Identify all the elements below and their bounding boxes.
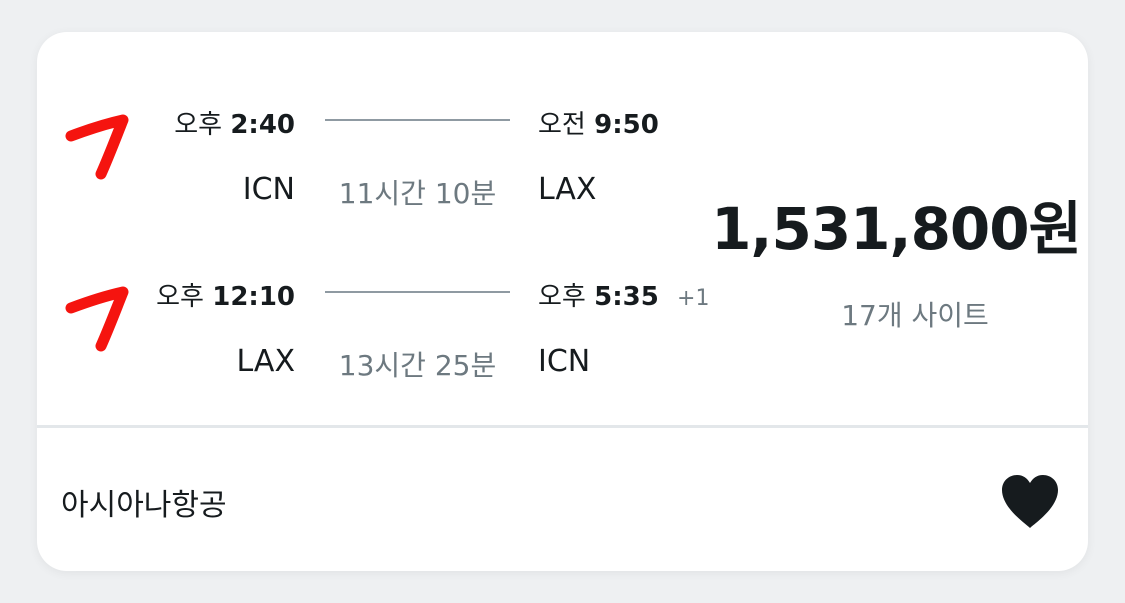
inbound-leg: 오후 12:10 오후 5:35 +1 LAX 13시간 25분 ICN — [37, 260, 717, 410]
arrival-ampm: 오전 — [538, 110, 586, 140]
site-count: 17개 사이트 — [841, 299, 989, 332]
flight-duration: 11시간 10분 — [338, 177, 497, 210]
departure-airport: LAX — [236, 344, 295, 379]
departure-time: 오후 2:40 — [174, 104, 295, 141]
departure-ampm: 오후 — [156, 282, 204, 312]
airline-logo-icon — [65, 114, 129, 180]
heart-icon[interactable] — [998, 472, 1062, 530]
arrival-airport: LAX — [538, 172, 597, 207]
arrival-clock: 9:50 — [594, 110, 659, 140]
price-block: 1,531,800원 17개 사이트 — [697, 182, 1082, 334]
arrival-ampm: 오후 — [538, 282, 586, 312]
price-amount: 1,531,800원 — [711, 195, 1082, 263]
departure-ampm: 오후 — [174, 110, 223, 140]
outbound-leg: 오후 2:40 오전 9:50 ICN 11시간 10분 LAX — [37, 88, 717, 238]
departure-clock: 2:40 — [230, 110, 295, 140]
departure-time: 오후 12:10 — [156, 276, 295, 313]
departure-airport: ICN — [242, 172, 295, 207]
flight-path-line — [325, 291, 510, 293]
flight-path-line — [325, 119, 510, 121]
airline-logo-icon — [65, 286, 129, 352]
flight-duration: 13시간 25분 — [338, 349, 497, 382]
arrival-airport: ICN — [538, 344, 591, 379]
card-footer: 아시아나항공 — [37, 428, 1088, 571]
arrival-time: 오후 5:35 +1 — [538, 276, 709, 313]
arrival-clock: 5:35 — [594, 282, 659, 312]
departure-clock: 12:10 — [212, 282, 295, 312]
arrival-time: 오전 9:50 — [538, 104, 659, 141]
airline-name: 아시아나항공 — [61, 488, 227, 523]
flight-result-card[interactable]: 오후 2:40 오전 9:50 ICN 11시간 10분 LAX 오후 12:1… — [37, 32, 1088, 571]
